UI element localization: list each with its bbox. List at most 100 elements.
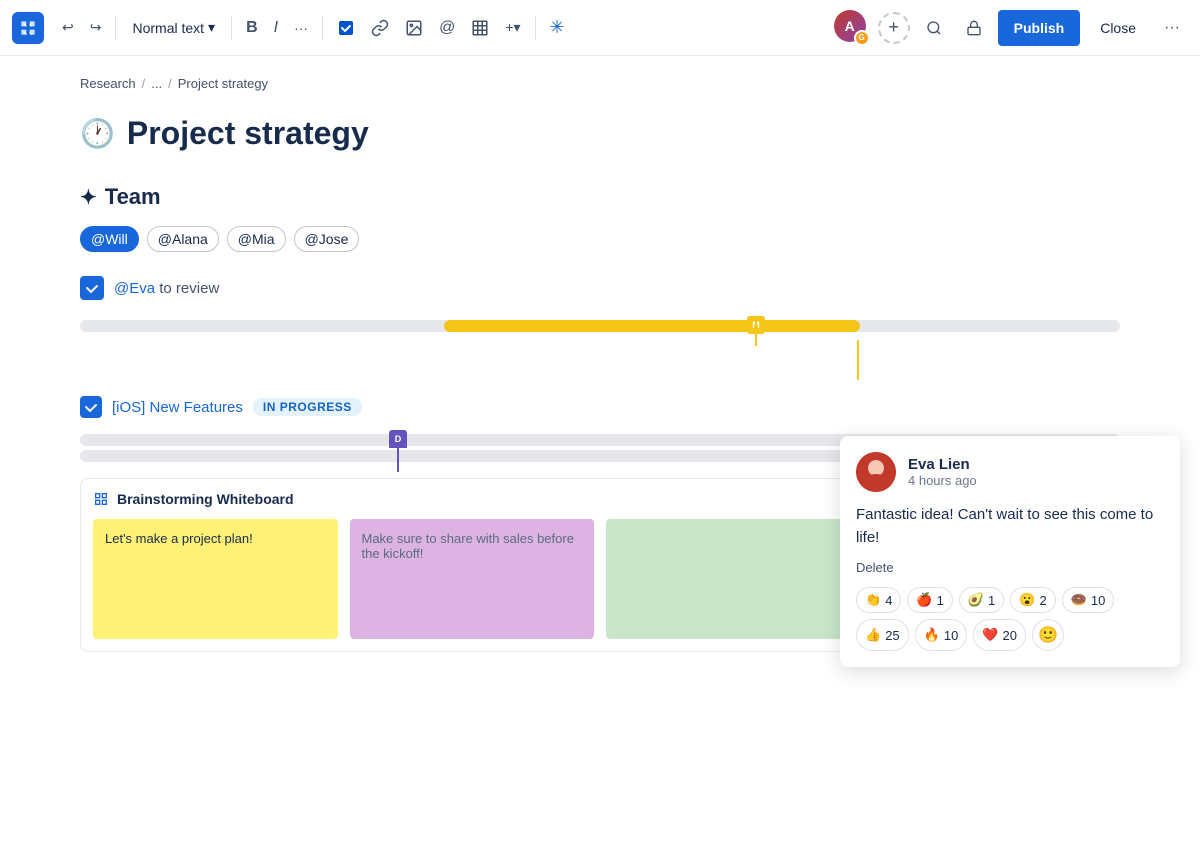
text-style-label: Normal text [132,20,204,36]
more-format-button[interactable]: ··· [288,12,314,44]
comment-popup: Eva Lien 4 hours ago Fantastic idea! Can… [840,436,1180,667]
marker-d-wrap: D [389,430,407,472]
reaction-thumbsup-emoji: 👍 [865,627,881,643]
mention-button[interactable]: @ [433,12,461,44]
gantt-area: M [80,320,1120,380]
checkbox-checked[interactable] [80,276,104,300]
checkbox-text: @Eva to review [114,280,219,297]
sparkle-icon: ✦ [80,185,97,210]
comment-author-info: Eva Lien 4 hours ago [908,456,977,488]
reaction-wow[interactable]: 😮2 [1010,587,1055,613]
breadcrumb-sep-1: / [142,76,146,91]
avatar-initials: A [845,18,855,34]
close-label: Close [1100,20,1136,36]
more-options-button[interactable]: ··· [1156,12,1188,44]
reaction-fire[interactable]: 🔥 10 [915,619,968,651]
team-heading: ✦ Team [80,184,1120,210]
breadcrumb-ellipsis[interactable]: ... [151,76,162,91]
reactions-row-2: 👍 25 🔥 10 ❤️ 20 🙂 [856,619,1164,651]
reaction-avocado-count: 1 [988,593,995,608]
breadcrumb-root[interactable]: Research [80,76,136,91]
gantt-marker-area [80,340,1120,380]
ios-task-row: [iOS] New Features IN PROGRESS [80,396,1120,418]
app-logo[interactable] [12,12,44,44]
divider-1 [115,16,116,40]
reaction-donut[interactable]: 🍩 10 [1062,587,1115,613]
comment-delete-button[interactable]: Delete [856,560,894,575]
reaction-fire-count: 10 [944,628,958,643]
mentions-row: @Will @Alana @Mia @Jose [80,226,1120,252]
search-button[interactable] [918,12,950,44]
mention-alana[interactable]: @Alana [147,226,219,252]
ios-task-checkbox[interactable] [80,396,102,418]
undo-button[interactable]: ↩ [56,12,80,44]
bold-button[interactable]: B [240,12,264,44]
reaction-heart[interactable]: ❤️ 20 [973,619,1026,651]
comment-text: Fantastic idea! Can't wait to see this c… [856,504,1164,549]
ai-button[interactable]: ✳ [544,12,571,44]
reaction-apple[interactable]: 🍎1 [907,587,952,613]
chevron-down-icon: ▾ [208,19,215,36]
reaction-clap[interactable]: 👏4 [856,587,901,613]
avatar-badge: G [854,30,870,46]
reaction-heart-emoji: ❤️ [982,627,998,643]
checkbox-row: @Eva to review [80,276,1120,300]
page-title-icon: 🕐 [80,117,115,150]
gantt-bar-yellow: M [444,320,860,332]
comment-header: Eva Lien 4 hours ago [856,452,1164,492]
reaction-donut-emoji: 🍩 [1071,592,1087,608]
marker-m: M [747,316,765,334]
reaction-avocado[interactable]: 🥑1 [959,587,1004,613]
restrictions-button[interactable] [958,12,990,44]
reaction-wow-emoji: 😮 [1019,592,1035,608]
task-button[interactable] [331,12,361,44]
link-button[interactable] [365,12,395,44]
marker-d-line [397,448,399,472]
image-button[interactable] [399,12,429,44]
sticky-note-3[interactable] [606,519,851,639]
comment-avatar [856,452,896,492]
mention-will[interactable]: @Will [80,226,139,252]
divider-3 [322,16,323,40]
mention-mia[interactable]: @Mia [227,226,286,252]
publish-button[interactable]: Publish [998,10,1081,46]
ios-task-title[interactable]: [iOS] New Features [112,399,243,416]
editor[interactable]: Research / ... / Project strategy 🕐 Proj… [0,56,1200,860]
sticky-note-1[interactable]: Let's make a project plan! [93,519,338,639]
comment-time: 4 hours ago [908,473,977,488]
insert-button[interactable]: +▾ [499,12,526,44]
marker-d: D [389,430,407,448]
reaction-apple-count: 1 [937,593,944,608]
close-button[interactable]: Close [1088,10,1148,46]
divider-2 [231,16,232,40]
table-button[interactable] [465,12,495,44]
comment-author: Eva Lien [908,456,977,473]
ios-task-status: IN PROGRESS [253,398,362,416]
content-area: Research / ... / Project strategy 🕐 Proj… [0,56,1200,860]
reaction-thumbsup[interactable]: 👍 25 [856,619,909,651]
breadcrumb-current: Project strategy [178,76,268,91]
redo-button[interactable]: ↪ [84,12,108,44]
checkbox-mention: @Eva [114,280,155,297]
user-avatar-wrap: A G [834,10,870,46]
reaction-heart-count: 20 [1003,628,1017,643]
page-title[interactable]: Project strategy [127,115,369,152]
sticky-note-2[interactable]: Make sure to share with sales before the… [350,519,595,639]
toolbar: ↩ ↪ Normal text ▾ B I ··· @ +▾ ✳ A G + [0,0,1200,56]
mention-jose[interactable]: @Jose [294,226,360,252]
add-collaborator-button[interactable]: + [878,12,910,44]
add-reaction-button[interactable]: 🙂 [1032,619,1064,651]
reaction-thumbsup-count: 25 [885,628,899,643]
publish-label: Publish [1014,20,1065,36]
whiteboard-label: Brainstorming Whiteboard [117,491,294,507]
breadcrumb-sep-2: / [168,76,172,91]
reaction-clap-emoji: 👏 [865,592,881,608]
reaction-donut-count: 10 [1091,593,1105,608]
page-title-row: 🕐 Project strategy [80,115,1120,152]
reaction-fire-emoji: 🔥 [924,627,940,643]
checkbox-label: to review [159,280,219,297]
gantt-line-m [857,340,859,380]
text-style-dropdown[interactable]: Normal text ▾ [124,12,223,44]
italic-button[interactable]: I [268,12,284,44]
team-label: Team [105,184,161,210]
